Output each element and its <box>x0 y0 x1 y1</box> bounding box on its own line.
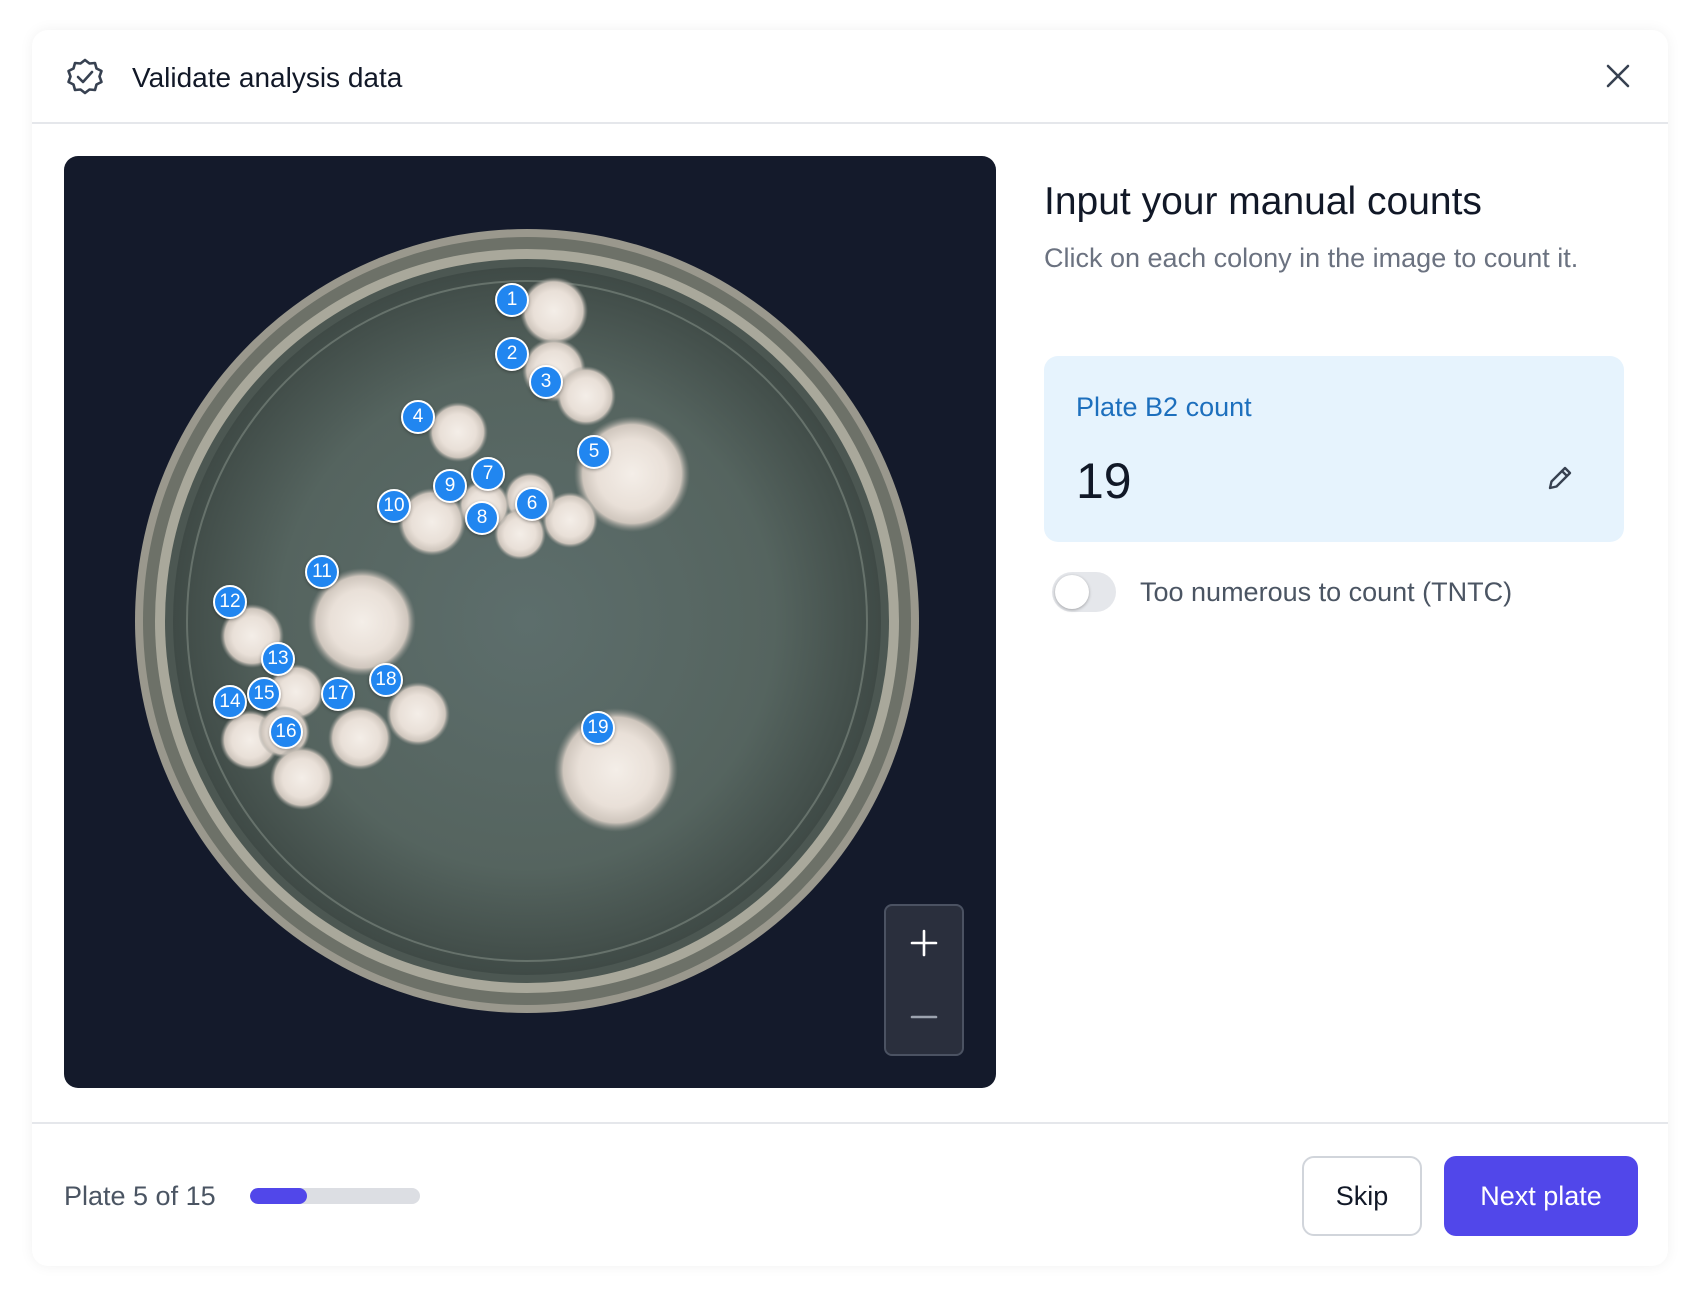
colony-marker[interactable]: 8 <box>465 501 499 535</box>
zoom-controls <box>884 904 964 1056</box>
colony-marker[interactable]: 6 <box>515 487 549 521</box>
colony-marker[interactable]: 16 <box>269 715 303 749</box>
colony-marker[interactable]: 4 <box>401 400 435 434</box>
petri-dish-image[interactable] <box>64 156 996 1088</box>
colony-marker[interactable]: 2 <box>495 337 529 371</box>
colony-marker[interactable]: 19 <box>581 711 615 745</box>
pencil-icon[interactable] <box>1544 462 1576 494</box>
validate-dialog: Validate analysis data 1 2 3 4 5 6 7 8 9… <box>32 30 1668 1266</box>
close-icon[interactable] <box>1600 58 1636 94</box>
colony-marker[interactable]: 11 <box>305 555 339 589</box>
panel-title: Input your manual counts <box>1044 180 1482 223</box>
count-label: Plate B2 count <box>1076 392 1252 422</box>
skip-button[interactable]: Skip <box>1302 1156 1422 1236</box>
colony-marker[interactable]: 12 <box>213 585 247 619</box>
next-plate-button[interactable]: Next plate <box>1444 1156 1638 1236</box>
dialog-title: Validate analysis data <box>132 62 403 93</box>
counts-panel: Input your manual counts Click on each c… <box>1044 156 1624 612</box>
colony-marker[interactable]: 3 <box>529 365 563 399</box>
colony-marker[interactable]: 5 <box>577 435 611 469</box>
plus-icon <box>910 929 938 957</box>
verified-badge-icon <box>67 58 103 95</box>
progress-fill <box>250 1188 307 1204</box>
colony-marker[interactable]: 7 <box>471 457 505 491</box>
dialog-footer: Plate 5 of 15 Skip Next plate <box>32 1122 1668 1266</box>
colony-marker[interactable]: 10 <box>377 489 411 523</box>
colony-marker[interactable]: 15 <box>247 677 281 711</box>
plate-count-card: Plate B2 count 19 <box>1044 356 1624 542</box>
zoom-in-button[interactable] <box>886 906 962 980</box>
plate-progress-text: Plate 5 of 15 <box>64 1181 216 1211</box>
panel-subtitle: Click on each colony in the image to cou… <box>1044 243 1579 273</box>
colony-marker[interactable]: 17 <box>321 677 355 711</box>
tntc-toggle[interactable] <box>1052 572 1116 612</box>
colony-marker[interactable]: 9 <box>433 469 467 503</box>
dialog-header: Validate analysis data <box>32 30 1668 124</box>
colony-marker[interactable]: 13 <box>261 642 295 676</box>
tntc-label: Too numerous to count (TNTC) <box>1140 577 1513 607</box>
zoom-out-button[interactable] <box>886 980 962 1054</box>
colony-marker[interactable]: 14 <box>213 685 247 719</box>
colony-marker[interactable]: 18 <box>369 663 403 697</box>
minus-icon <box>910 1015 938 1019</box>
plate-image-viewer[interactable]: 1 2 3 4 5 6 7 8 9 10 11 12 13 14 15 16 17 18 19 <box>64 156 996 1088</box>
plate-progress-bar <box>250 1188 420 1204</box>
toggle-knob <box>1055 575 1089 609</box>
count-value: 19 <box>1076 453 1132 509</box>
colony-marker[interactable]: 1 <box>495 283 529 317</box>
